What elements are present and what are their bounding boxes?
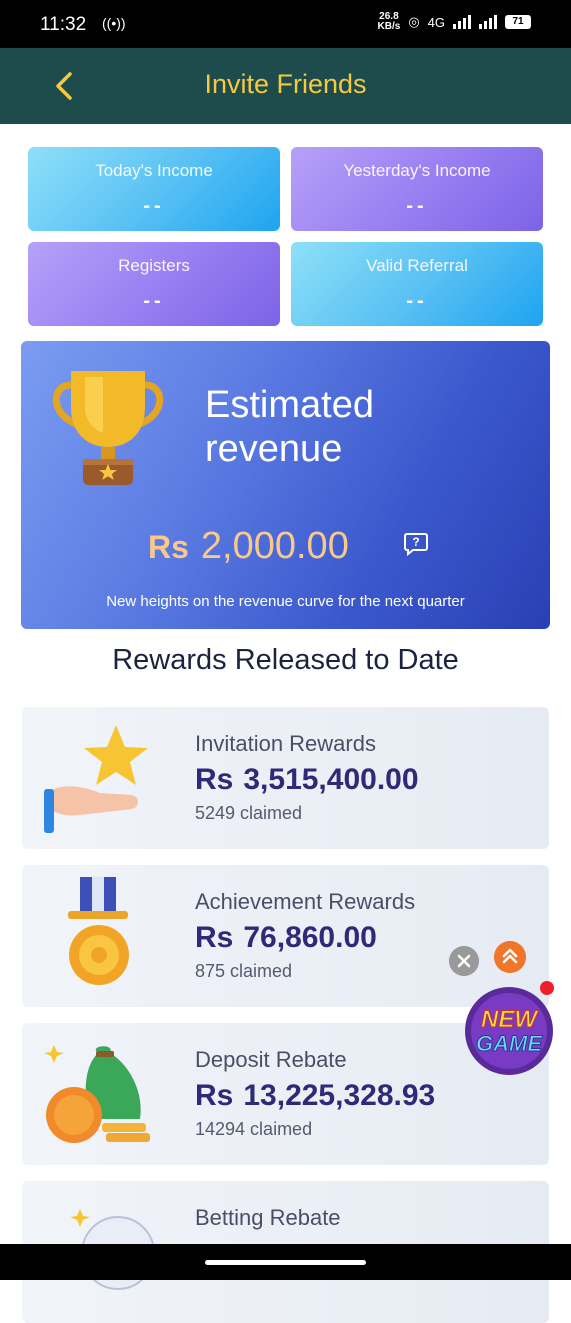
stat-card-registers: Registers -- xyxy=(28,242,280,326)
notification-dot xyxy=(540,981,554,995)
stat-value: -- xyxy=(143,290,165,312)
status-bar: 11:32 ((•)) 26.8 KB/s ◎ 4G 71 xyxy=(0,0,571,48)
signal-icon xyxy=(453,15,471,29)
revenue-amount: Rs 2,000.00 xyxy=(148,525,349,568)
stat-value: -- xyxy=(143,195,165,217)
data-rate: 26.8 KB/s xyxy=(378,12,401,32)
revenue-value: 2,000.00 xyxy=(200,525,349,567)
trophy-icon xyxy=(52,371,164,485)
reward-label: Deposit Rebate xyxy=(195,1047,347,1072)
reward-card-invitation[interactable]: Invitation Rewards Rs 3,515,400.00 5249 c… xyxy=(22,707,549,849)
reward-amount: Rs 76,860.00 xyxy=(195,921,377,955)
estimated-revenue-card: Estimated revenue Rs 2,000.00 ? New heigh… xyxy=(21,341,550,629)
reward-value: 76,860.00 xyxy=(243,921,377,954)
reward-claimed: 14294 claimed xyxy=(195,1119,313,1139)
rewards-section-title: Rewards Released to Date xyxy=(112,644,459,676)
scroll-top-icon[interactable] xyxy=(494,941,526,973)
battery-icon: 71 xyxy=(505,15,531,29)
revenue-title: Estimated revenue xyxy=(205,384,374,470)
data-rate-unit: KB/s xyxy=(377,21,401,32)
reward-label: Invitation Rewards xyxy=(195,731,376,756)
cast-icon: ((•)) xyxy=(102,15,126,31)
stat-label: Registers xyxy=(118,256,190,275)
svg-text:?: ? xyxy=(412,535,419,549)
hand-star-icon xyxy=(44,725,148,833)
new-game-badge[interactable]: NEW GAME xyxy=(463,985,555,1077)
currency-symbol: Rs xyxy=(148,529,189,565)
currency-symbol: Rs xyxy=(195,1079,234,1112)
stat-card-yesterdays-income: Yesterday's Income -- xyxy=(291,147,543,231)
reward-value: 3,515,400.00 xyxy=(243,763,419,796)
reward-claimed: 5249 claimed xyxy=(195,803,303,823)
stat-label: Yesterday's Income xyxy=(343,161,491,180)
currency-symbol: Rs xyxy=(195,763,234,796)
reward-value: 13,225,328.93 xyxy=(243,1079,436,1112)
reward-amount: Rs 13,225,328.93 xyxy=(195,1079,435,1113)
reward-amount: Rs 3,515,400.00 xyxy=(195,763,419,797)
close-icon[interactable] xyxy=(449,946,479,976)
status-time: 11:32 xyxy=(40,14,87,35)
medal-icon xyxy=(68,877,129,985)
stat-value: -- xyxy=(406,195,428,217)
badge-line2: GAME xyxy=(476,1031,543,1056)
system-nav-bar xyxy=(0,1244,571,1280)
stat-value: -- xyxy=(406,290,428,312)
network-type: 4G xyxy=(427,14,445,30)
help-icon[interactable]: ? xyxy=(403,531,429,557)
signal-icon-2 xyxy=(479,15,497,29)
stat-card-valid-referral: Valid Referral -- xyxy=(291,242,543,326)
reward-label: Achievement Rewards xyxy=(195,889,416,914)
reward-claimed: 875 claimed xyxy=(195,961,293,981)
status-icons: 26.8 KB/s ◎ 4G 71 xyxy=(378,12,531,32)
home-gesture-handle[interactable] xyxy=(205,1260,366,1265)
app-header: Invite Friends xyxy=(0,48,571,124)
stat-card-todays-income: Today's Income -- xyxy=(28,147,280,231)
stat-label: Today's Income xyxy=(95,161,213,180)
reward-label: Betting Rebate xyxy=(195,1205,341,1230)
money-bag-icon xyxy=(44,1045,150,1143)
hotspot-icon: ◎ xyxy=(408,14,420,29)
badge-line1: NEW xyxy=(481,1006,539,1033)
currency-symbol: Rs xyxy=(195,921,234,954)
revenue-subtitle: New heights on the revenue curve for the… xyxy=(106,593,465,610)
stat-label: Valid Referral xyxy=(366,256,468,275)
page-title: Invite Friends xyxy=(204,69,367,99)
